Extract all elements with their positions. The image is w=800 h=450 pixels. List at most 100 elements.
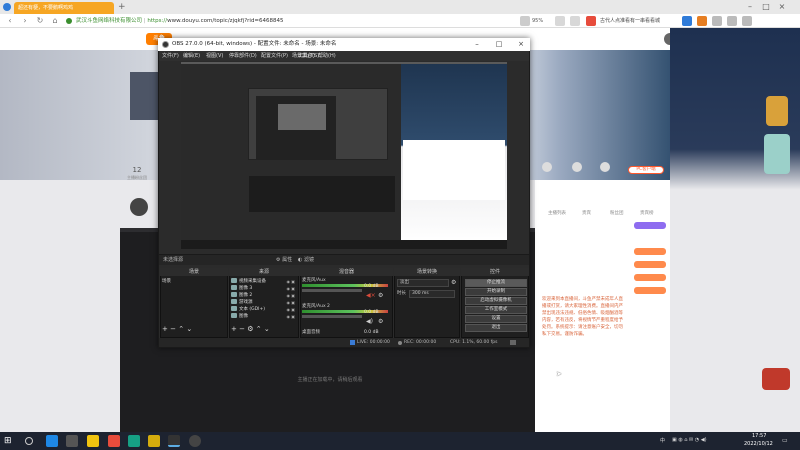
- home-icon[interactable]: ⌂: [50, 16, 60, 26]
- gear-icon[interactable]: ⚙: [451, 279, 456, 286]
- rank-tag[interactable]: [634, 248, 666, 255]
- undo-icon[interactable]: [712, 16, 722, 26]
- app-icon[interactable]: [189, 435, 201, 447]
- browser-tab[interactable]: 超还有梗，不要鹅啊鸡鸡: [14, 2, 114, 14]
- app-icon[interactable]: [148, 435, 160, 447]
- duration-input[interactable]: 300 ms: [409, 290, 455, 298]
- minimize-icon[interactable]: –: [744, 1, 756, 13]
- user-icon[interactable]: [697, 16, 707, 26]
- menu-profile[interactable]: 配置文件(P): [261, 52, 288, 60]
- visibility-icon[interactable]: ◉ ▣: [286, 306, 295, 313]
- share-icon[interactable]: [542, 162, 552, 172]
- menu-icon[interactable]: [742, 16, 752, 26]
- report-icon[interactable]: [600, 162, 610, 172]
- menu-edit[interactable]: 编辑(E): [183, 52, 200, 60]
- explorer-icon[interactable]: [66, 435, 78, 447]
- speaker-icon[interactable]: ◀): [366, 318, 373, 325]
- source-item[interactable]: 图像 3 ◉ ▣: [231, 285, 297, 292]
- scene-item[interactable]: 场景: [162, 278, 226, 285]
- source-item[interactable]: 游戏源 ◉ ▣: [231, 299, 297, 306]
- bookmark-icon[interactable]: [520, 16, 530, 26]
- grid-icon[interactable]: [555, 16, 565, 26]
- volume-fader[interactable]: [302, 315, 362, 318]
- menu-tools[interactable]: 工具(T): [298, 52, 315, 60]
- mute-icon[interactable]: ◀×: [366, 292, 376, 299]
- rank-tag[interactable]: [634, 287, 666, 294]
- edge-icon[interactable]: [46, 435, 58, 447]
- rank-tag[interactable]: [634, 261, 666, 268]
- obs-maximize-icon[interactable]: □: [492, 38, 506, 51]
- extension-icon[interactable]: [682, 16, 692, 26]
- app-icon[interactable]: [87, 435, 99, 447]
- favorite-icon[interactable]: [572, 162, 582, 172]
- transition-select[interactable]: 淡出: [397, 279, 449, 287]
- exit-button[interactable]: 退出: [465, 324, 527, 332]
- badge-icon[interactable]: [766, 96, 788, 126]
- panel-tab-2[interactable]: 粉丝团: [610, 210, 624, 218]
- zoom-level[interactable]: 95%: [532, 16, 543, 26]
- menu-help[interactable]: 帮助(H): [318, 52, 336, 60]
- menu-view[interactable]: 视图(V): [206, 52, 223, 60]
- windows-start-icon[interactable]: ⊞: [4, 436, 14, 446]
- refresh-icon[interactable]: ↻: [35, 16, 45, 26]
- up-icon[interactable]: ⌃: [178, 325, 184, 333]
- start-recording-button[interactable]: 开始录制: [465, 288, 527, 296]
- properties-button[interactable]: ⚙ 属性: [276, 256, 292, 264]
- down-icon[interactable]: ⌄: [186, 325, 192, 333]
- remove-icon[interactable]: −: [170, 325, 176, 333]
- forward-icon[interactable]: ›: [20, 16, 30, 26]
- stop-streaming-button[interactable]: 停止推流: [465, 279, 527, 287]
- app-icon[interactable]: [108, 435, 120, 447]
- visibility-icon[interactable]: ◉ ▣: [286, 292, 295, 299]
- virtual-camera-button[interactable]: 启动虚拟摄像机: [465, 297, 527, 305]
- search-icon[interactable]: [25, 437, 33, 445]
- settings-button[interactable]: 设置: [465, 315, 527, 323]
- source-item[interactable]: 文本 (GDI+) ◉ ▣: [231, 306, 297, 313]
- menu-docks[interactable]: 停靠部件(D): [229, 52, 257, 60]
- url-input[interactable]: 武汉斗鱼网络科技有限公司 | https://www.douyu.com/top…: [76, 16, 526, 26]
- volume-fader[interactable]: [302, 289, 362, 292]
- clock-date[interactable]: 2022/10/12: [744, 441, 773, 447]
- host-avatar[interactable]: [130, 198, 148, 216]
- obs-minimize-icon[interactable]: –: [470, 38, 484, 51]
- visibility-icon[interactable]: ◉ ▣: [286, 285, 295, 292]
- lightning-icon[interactable]: [570, 16, 580, 26]
- studio-mode-button[interactable]: 工作室模式: [465, 306, 527, 314]
- panel-tab-1[interactable]: 贵宾: [582, 210, 591, 218]
- up-icon[interactable]: ⌃: [256, 325, 262, 333]
- remove-icon[interactable]: −: [239, 325, 245, 333]
- filters-button[interactable]: ◐ 滤镜: [298, 256, 314, 264]
- gear-icon[interactable]: ⚙: [378, 292, 383, 299]
- visibility-icon[interactable]: ◉ ▣: [286, 278, 295, 285]
- gear-icon[interactable]: ⚙: [378, 318, 383, 325]
- gear-icon[interactable]: ⚙: [247, 325, 253, 333]
- panel-tab-0[interactable]: 主播列表: [548, 210, 566, 218]
- down-icon[interactable]: ⌄: [264, 325, 270, 333]
- source-item[interactable]: 图像 ◉ ▣: [231, 313, 297, 320]
- maximize-icon[interactable]: □: [760, 1, 772, 13]
- source-item[interactable]: 视频采集设备 ◉ ▣: [231, 278, 297, 285]
- rank-tag[interactable]: [634, 222, 666, 229]
- panel-tab-3[interactable]: 贵宾榜: [640, 210, 654, 218]
- notification-icon[interactable]: ▭: [782, 437, 788, 444]
- add-icon[interactable]: +: [231, 325, 237, 333]
- source-item[interactable]: 图像 2 ◉ ▣: [231, 292, 297, 299]
- new-tab-icon[interactable]: +: [118, 2, 128, 12]
- obs-close-icon[interactable]: ×: [514, 38, 528, 51]
- menu-file[interactable]: 文件(F): [162, 52, 179, 60]
- browser-logo-icon[interactable]: [3, 3, 11, 11]
- gift-icon[interactable]: [762, 368, 790, 390]
- back-icon[interactable]: ‹: [5, 16, 15, 26]
- rank-tag[interactable]: [634, 274, 666, 281]
- pc-client-button[interactable]: PC客户端: [628, 166, 664, 174]
- download-icon[interactable]: [727, 16, 737, 26]
- search-engine-icon[interactable]: [586, 16, 596, 26]
- visibility-icon[interactable]: ◉ ▣: [286, 299, 295, 306]
- obs-taskbar-icon[interactable]: [168, 435, 180, 447]
- visibility-icon[interactable]: ◉ ▣: [286, 313, 295, 320]
- clock-time[interactable]: 17:57: [752, 433, 766, 439]
- add-icon[interactable]: +: [162, 325, 168, 333]
- promo-icon[interactable]: [764, 134, 790, 174]
- app-icon[interactable]: [128, 435, 140, 447]
- search-input[interactable]: 古代人点准看有一串看看城: [600, 16, 680, 26]
